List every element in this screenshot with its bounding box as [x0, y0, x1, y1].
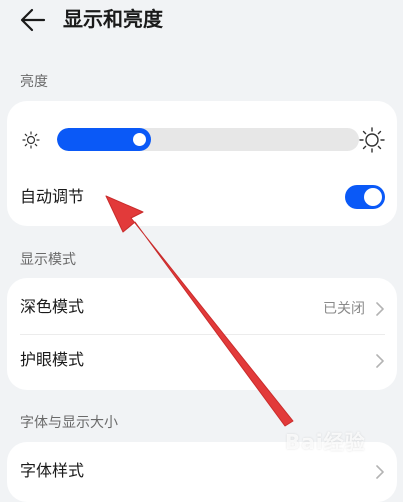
sun-large-icon [359, 127, 385, 153]
auto-adjust-toggle-knob [364, 188, 382, 206]
eye-comfort-label: 护眼模式 [20, 350, 85, 369]
chevron-right-icon [376, 465, 384, 479]
header: 显示和亮度 [0, 0, 403, 44]
brightness-slider[interactable] [57, 128, 359, 151]
section-label-display-mode: 显示模式 [20, 252, 76, 268]
dark-mode-status: 已关闭 [323, 301, 365, 317]
brightness-card: 自动调节 [7, 101, 397, 226]
section-label-brightness: 亮度 [20, 74, 48, 90]
dark-mode-label: 深色模式 [20, 297, 85, 316]
dark-mode-row[interactable]: 深色模式 已关闭 [7, 278, 397, 334]
section-label-font: 字体与显示大小 [20, 415, 118, 431]
brightness-slider-knob[interactable] [133, 133, 146, 146]
eye-comfort-row[interactable]: 护眼模式 [7, 334, 397, 390]
red-arrow-annotation [105, 195, 294, 427]
auto-adjust-label: 自动调节 [20, 187, 85, 206]
display-mode-card: 深色模式 已关闭 护眼模式 [7, 278, 397, 390]
watermark: Bai经验 [285, 430, 366, 454]
back-arrow-icon[interactable] [18, 6, 48, 34]
page-title: 显示和亮度 [63, 7, 163, 31]
sun-small-icon [22, 131, 40, 149]
chevron-right-icon [376, 302, 384, 316]
chevron-right-icon [376, 354, 384, 368]
auto-adjust-toggle[interactable] [345, 185, 385, 209]
font-style-label: 字体样式 [20, 461, 85, 480]
